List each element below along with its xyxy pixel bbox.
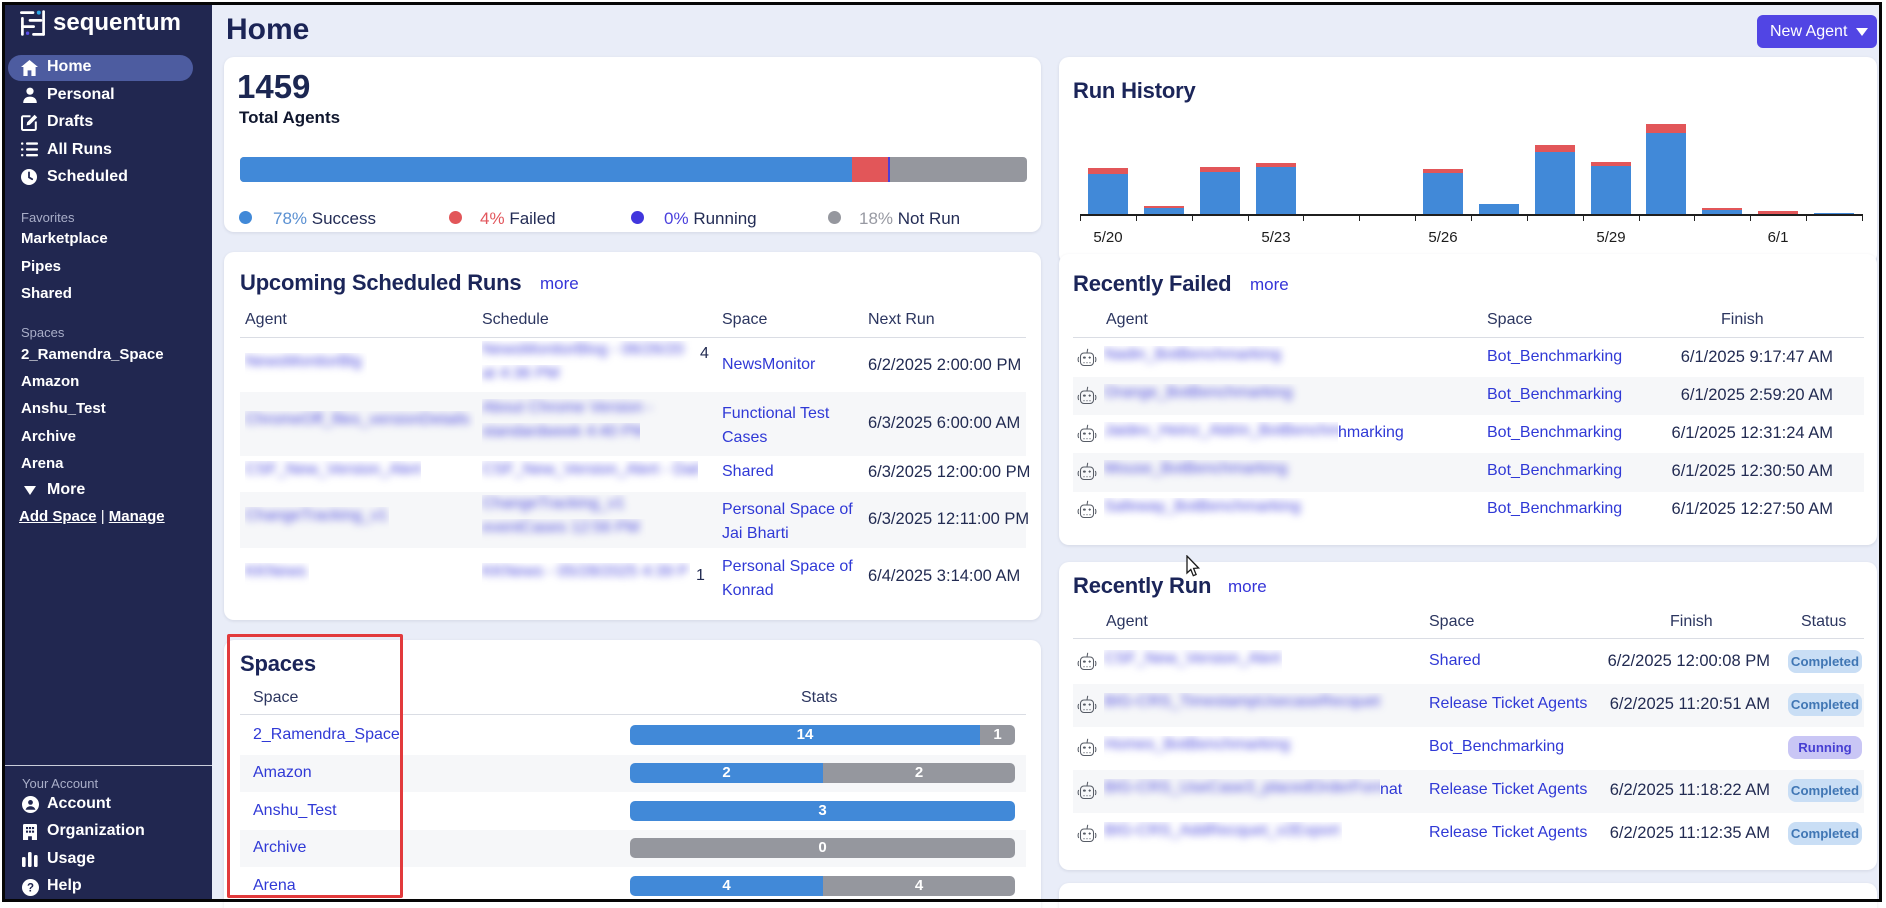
svg-text:?: ? [27, 883, 34, 895]
